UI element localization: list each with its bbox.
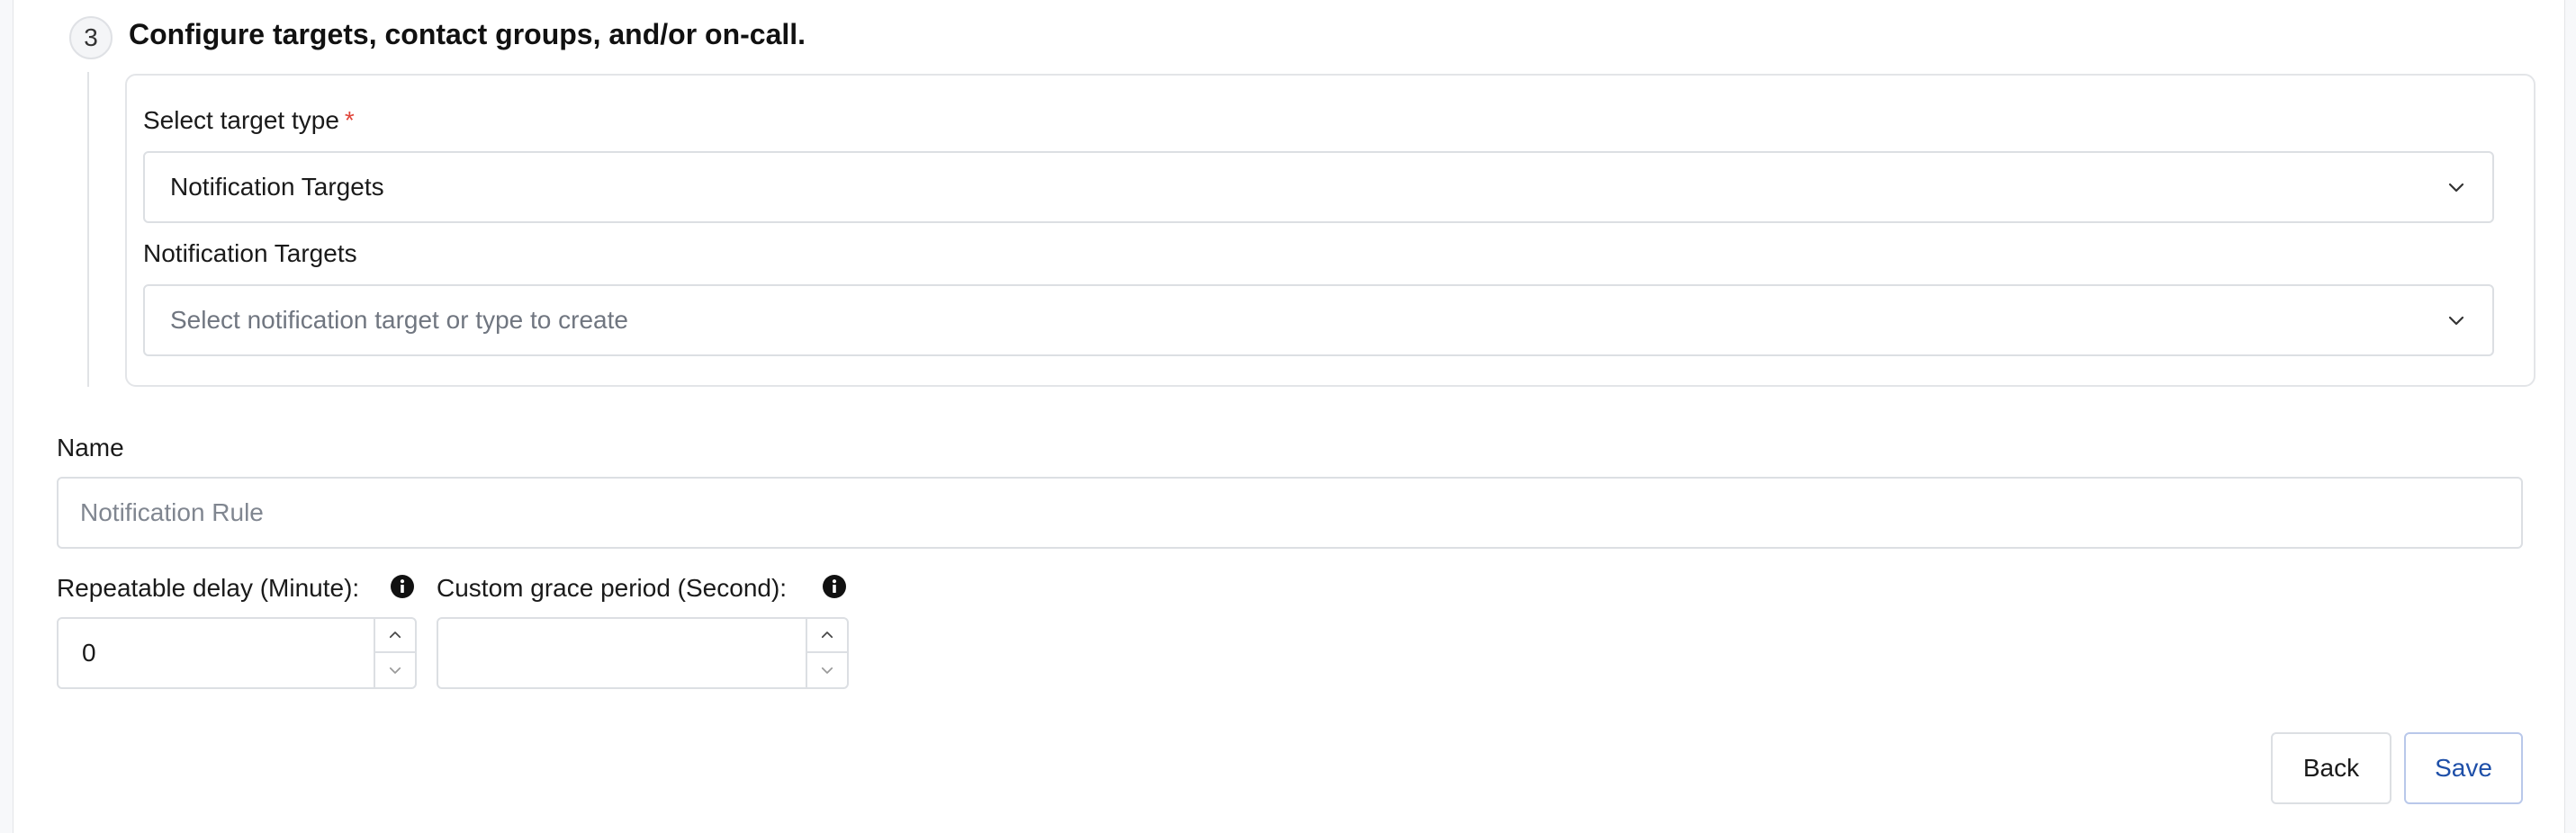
chevron-up-icon [821, 631, 833, 639]
name-label: Name [57, 434, 124, 461]
number-stepper [374, 619, 415, 687]
repeatable-delay-label: Repeatable delay (Minute): [57, 574, 360, 602]
info-icon[interactable] [390, 574, 415, 599]
notification-targets-label: Notification Targets [143, 239, 357, 267]
target-type-label-text: Select target type [143, 106, 339, 134]
grace-period-label: Custom grace period (Second): [437, 574, 788, 602]
chevron-up-icon [389, 631, 401, 639]
chevron-down-icon [389, 667, 401, 674]
target-type-select[interactable]: Notification Targets [143, 151, 2494, 223]
save-button[interactable]: Save [2404, 732, 2523, 804]
decrement-button[interactable] [375, 653, 415, 687]
target-type-label: Select target type * [143, 106, 355, 135]
repeatable-delay-value: 0 [82, 639, 96, 667]
target-type-value: Notification Targets [170, 173, 384, 201]
number-stepper [806, 619, 847, 687]
chevron-down-icon [2448, 183, 2464, 193]
chevron-down-icon [2448, 316, 2464, 326]
back-button[interactable]: Back [2271, 732, 2391, 804]
repeatable-delay-input[interactable]: 0 [57, 617, 417, 689]
increment-button[interactable] [375, 619, 415, 653]
notification-targets-placeholder: Select notification target or type to cr… [170, 306, 628, 334]
step-title: Configure targets, contact groups, and/o… [129, 18, 806, 50]
grace-period-input[interactable] [437, 617, 849, 689]
required-asterisk: * [344, 106, 355, 134]
step-connector-line [87, 72, 89, 387]
step-number: 3 [84, 23, 98, 51]
form-panel: 3 Configure targets, contact groups, and… [13, 0, 2565, 833]
chevron-down-icon [821, 667, 833, 674]
increment-button[interactable] [807, 619, 847, 653]
name-input[interactable] [57, 477, 2523, 549]
info-icon[interactable] [822, 574, 847, 599]
notification-targets-select[interactable]: Select notification target or type to cr… [143, 284, 2494, 356]
step-number-badge: 3 [69, 16, 113, 59]
decrement-button[interactable] [807, 653, 847, 687]
